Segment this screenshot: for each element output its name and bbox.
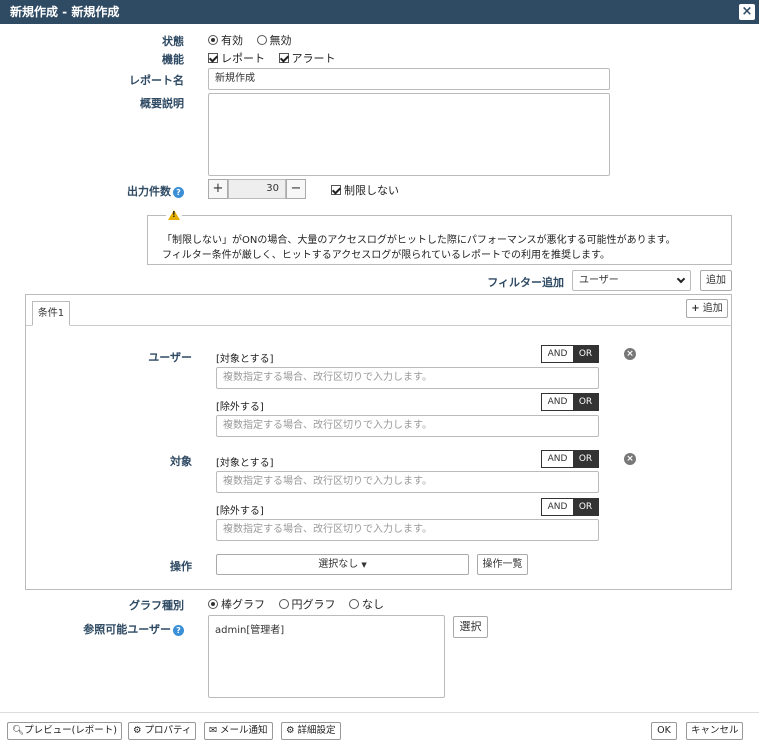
help-icon[interactable]: ? <box>173 187 184 198</box>
help-icon[interactable]: ? <box>173 625 184 636</box>
viewers-label: 参照可能ユーザー? <box>40 621 184 637</box>
target-include-label: [対象とする] <box>216 458 274 469</box>
detail-settings-button[interactable]: ⚙ 詳細設定 <box>281 722 341 740</box>
caret-down-icon: ▼ <box>361 561 367 569</box>
or-button[interactable]: OR <box>573 346 598 362</box>
dialog-titlebar: 新規作成 - 新規作成 × <box>0 0 759 24</box>
state-option-disabled[interactable]: 無効 <box>256 32 292 48</box>
function-label: 機能 <box>162 53 184 66</box>
cancel-button[interactable]: キャンセル <box>686 722 743 740</box>
checkbox-icon <box>278 53 289 63</box>
function-option-alert[interactable]: アラート <box>278 50 336 66</box>
operation-list-button[interactable]: 操作一覧 <box>477 554 528 575</box>
graph-option-none[interactable]: なし <box>349 596 384 612</box>
user-exclude-input[interactable]: 複数指定する場合、改行区切りで入力します。 <box>216 415 599 437</box>
warning-box: 「制限しない」がONの場合、大量のアクセスログがヒットした際にパフォーマンスが悪… <box>147 210 732 265</box>
condition-user-label: ユーザー <box>148 351 192 364</box>
report-name-label: レポート名 <box>129 74 184 87</box>
state-option-enabled[interactable]: 有効 <box>208 32 243 48</box>
property-button[interactable]: ⚙ プロパティ <box>128 722 197 740</box>
description-label: 概要説明 <box>140 97 184 110</box>
viewers-list[interactable]: admin[管理者] <box>208 615 445 698</box>
description-textarea[interactable] <box>208 93 610 176</box>
target-exclude-input[interactable]: 複数指定する場合、改行区切りで入力します。 <box>216 519 599 541</box>
remove-target-condition-icon[interactable]: × <box>624 453 636 465</box>
gear-icon: ⚙ <box>133 725 145 736</box>
condition-target-label: 対象 <box>170 455 192 468</box>
and-button[interactable]: AND <box>542 346 573 362</box>
output-count-plus-button[interactable]: + <box>208 179 228 199</box>
user-exclude-andor-toggle[interactable]: AND OR <box>541 393 599 411</box>
mail-icon: ✉ <box>209 725 220 736</box>
radio-icon <box>208 35 218 45</box>
state-radio-group: 有効 無効 <box>208 32 302 48</box>
radio-icon <box>278 599 289 609</box>
or-button[interactable]: OR <box>573 451 598 467</box>
close-icon: × <box>741 4 753 19</box>
target-include-input[interactable]: 複数指定する場合、改行区切りで入力します。 <box>216 471 599 493</box>
user-exclude-label: [除外する] <box>216 402 264 413</box>
report-name-input[interactable]: 新規作成 <box>208 68 610 90</box>
function-check-group: レポート アラート <box>208 50 346 66</box>
warning-line-2: フィルター条件が厳しく、ヒットするアクセスログが限られているレポートでの利用を推… <box>162 250 610 261</box>
output-count-label: 出力件数? <box>60 183 184 199</box>
radio-icon <box>208 599 218 609</box>
output-count-minus-button[interactable]: − <box>286 179 306 199</box>
operation-label: 操作 <box>170 560 192 573</box>
target-exclude-label: [除外する] <box>216 506 264 517</box>
warning-icon <box>166 210 182 222</box>
filter-add-button[interactable]: 追加 <box>700 270 732 291</box>
function-option-report[interactable]: レポート <box>208 50 265 66</box>
search-icon: 🔍︎ <box>12 725 25 736</box>
chevron-down-icon <box>676 274 686 284</box>
radio-icon <box>256 35 267 45</box>
and-button[interactable]: AND <box>542 394 573 410</box>
remove-user-condition-icon[interactable]: × <box>624 348 636 360</box>
filter-add-label: フィルター追加 <box>487 276 564 289</box>
or-button[interactable]: OR <box>573 394 598 410</box>
and-button[interactable]: AND <box>542 451 573 467</box>
plus-icon: + <box>691 303 700 314</box>
checkbox-icon <box>331 185 341 195</box>
warning-line-1: 「制限しない」がONの場合、大量のアクセスログがヒットした際にパフォーマンスが悪… <box>162 235 676 246</box>
add-condition-button[interactable]: + 追加 <box>686 299 728 318</box>
user-include-andor-toggle[interactable]: AND OR <box>541 345 599 363</box>
conditions-panel: 条件1 + 追加 ユーザー [対象とする] AND OR × 複数指定する場合、改… <box>25 294 732 590</box>
gears-icon: ⚙ <box>286 725 298 736</box>
ok-button[interactable]: OK <box>651 722 677 740</box>
user-include-label: [対象とする] <box>216 354 274 365</box>
graph-option-pie[interactable]: 円グラフ <box>278 596 336 612</box>
operation-select[interactable]: 選択なし ▼ <box>216 554 469 575</box>
output-count-input[interactable]: 30 <box>228 179 286 199</box>
graph-type-radio-group: 棒グラフ 円グラフ なし <box>208 596 394 612</box>
target-exclude-andor-toggle[interactable]: AND OR <box>541 498 599 516</box>
close-button[interactable]: × <box>739 4 755 20</box>
user-include-input[interactable]: 複数指定する場合、改行区切りで入力します。 <box>216 367 599 389</box>
preview-report-button[interactable]: 🔍︎プレビュー(レポート) <box>7 722 122 740</box>
footer-divider <box>0 712 759 713</box>
filter-add-select[interactable]: ユーザー <box>572 270 691 291</box>
and-button[interactable]: AND <box>542 499 573 515</box>
tab-condition-1[interactable]: 条件1 <box>32 301 70 326</box>
dialog-title: 新規作成 - 新規作成 <box>10 5 120 19</box>
viewers-select-button[interactable]: 選択 <box>453 616 488 638</box>
or-button[interactable]: OR <box>573 499 598 515</box>
mail-notify-button[interactable]: ✉ メール通知 <box>204 722 273 740</box>
state-label: 状態 <box>162 35 184 48</box>
graph-option-bar[interactable]: 棒グラフ <box>208 596 265 612</box>
radio-icon <box>349 599 359 609</box>
checkbox-icon <box>208 53 218 63</box>
unlimited-checkbox[interactable]: 制限しない <box>331 182 409 198</box>
graph-type-label: グラフ種別 <box>129 599 184 612</box>
target-include-andor-toggle[interactable]: AND OR <box>541 450 599 468</box>
